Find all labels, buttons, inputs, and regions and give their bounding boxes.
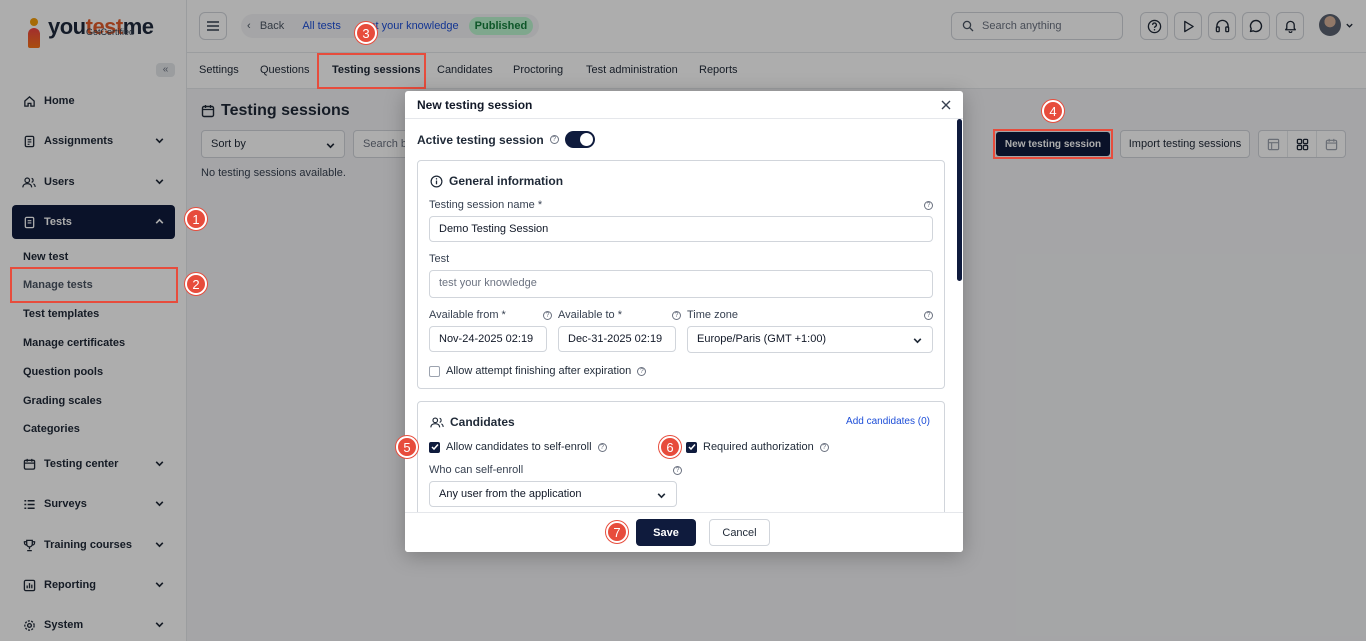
- time-zone-value: Europe/Paris (GMT +1:00): [697, 333, 827, 345]
- step-marker-1: 1: [185, 208, 207, 230]
- step-marker-2: 2: [185, 273, 207, 295]
- active-session-toggle[interactable]: [564, 131, 595, 148]
- new-testing-session-modal: New testing session Active testing sessi…: [405, 91, 963, 552]
- available-from-field[interactable]: Nov-24-2025 02:19: [429, 326, 547, 352]
- help-icon[interactable]: ?: [673, 466, 682, 475]
- help-icon[interactable]: ?: [637, 366, 647, 376]
- who-can-self-enroll-value: Any user from the application: [439, 488, 582, 500]
- self-enroll-label: Allow candidates to self-enroll: [446, 441, 592, 453]
- help-icon[interactable]: ?: [819, 442, 829, 452]
- highlight-box: [10, 267, 178, 303]
- chevron-down-icon: [913, 338, 922, 344]
- close-icon[interactable]: [941, 100, 951, 110]
- required-auth-label: Required authorization: [703, 441, 814, 453]
- highlight-box: [317, 53, 426, 89]
- active-session-row: Active testing session ?: [417, 131, 595, 148]
- available-to-label: Available to *: [558, 309, 623, 321]
- session-name-label: Testing session name *: [429, 199, 543, 211]
- help-icon[interactable]: ?: [924, 201, 933, 210]
- time-zone-label: Time zone: [687, 309, 738, 321]
- help-icon[interactable]: ?: [924, 311, 933, 320]
- self-enroll-checkbox[interactable]: [429, 441, 440, 453]
- section-title-text: General information: [449, 174, 564, 188]
- step-marker-7: 7: [606, 521, 628, 543]
- section-title: Candidates: [430, 415, 515, 429]
- available-to-field[interactable]: Dec-31-2025 02:19: [558, 326, 676, 352]
- test-field[interactable]: test your knowledge: [429, 270, 933, 298]
- allow-finishing-row: Allow attempt finishing after expiration…: [429, 365, 647, 377]
- help-icon[interactable]: ?: [549, 135, 559, 144]
- save-button[interactable]: Save: [636, 519, 696, 546]
- modal-header: New testing session: [405, 91, 963, 119]
- step-marker-4: 4: [1042, 100, 1064, 122]
- cancel-button[interactable]: Cancel: [709, 519, 770, 546]
- modal-footer: Save Cancel: [405, 512, 963, 552]
- info-icon: [430, 175, 443, 187]
- add-candidates-link[interactable]: Add candidates (0): [846, 416, 930, 427]
- active-session-label: Active testing session: [417, 132, 544, 147]
- time-zone-select[interactable]: Europe/Paris (GMT +1:00): [687, 326, 933, 353]
- help-icon[interactable]: ?: [597, 442, 607, 452]
- self-enroll-row: Allow candidates to self-enroll ?: [429, 441, 607, 453]
- required-auth-checkbox[interactable]: [686, 441, 697, 453]
- allow-finishing-label: Allow attempt finishing after expiration: [446, 365, 632, 377]
- help-icon[interactable]: ?: [672, 311, 681, 320]
- step-marker-6: 6: [659, 436, 681, 458]
- users-icon: [430, 416, 444, 427]
- who-can-self-enroll-label: Who can self-enroll: [429, 464, 524, 476]
- step-marker-3: 3: [355, 22, 377, 44]
- modal-title: New testing session: [417, 98, 533, 112]
- highlight-box: [993, 129, 1113, 159]
- help-icon[interactable]: ?: [543, 311, 552, 320]
- chevron-down-icon: [657, 493, 666, 499]
- step-marker-5: 5: [396, 436, 418, 458]
- test-label: Test: [429, 253, 450, 265]
- check-icon: [430, 444, 439, 451]
- section-title-text: Candidates: [450, 415, 515, 429]
- check-icon: [687, 444, 696, 451]
- session-name-field[interactable]: Demo Testing Session: [429, 216, 933, 242]
- required-auth-row: Required authorization ?: [686, 441, 829, 453]
- section-title: General information: [430, 174, 563, 188]
- modal-scrollbar[interactable]: [957, 119, 962, 281]
- general-information-section: General information Testing session name…: [417, 160, 945, 389]
- available-from-label: Available from *: [429, 309, 506, 321]
- allow-finishing-checkbox[interactable]: [429, 365, 440, 377]
- who-can-self-enroll-select[interactable]: Any user from the application: [429, 481, 677, 507]
